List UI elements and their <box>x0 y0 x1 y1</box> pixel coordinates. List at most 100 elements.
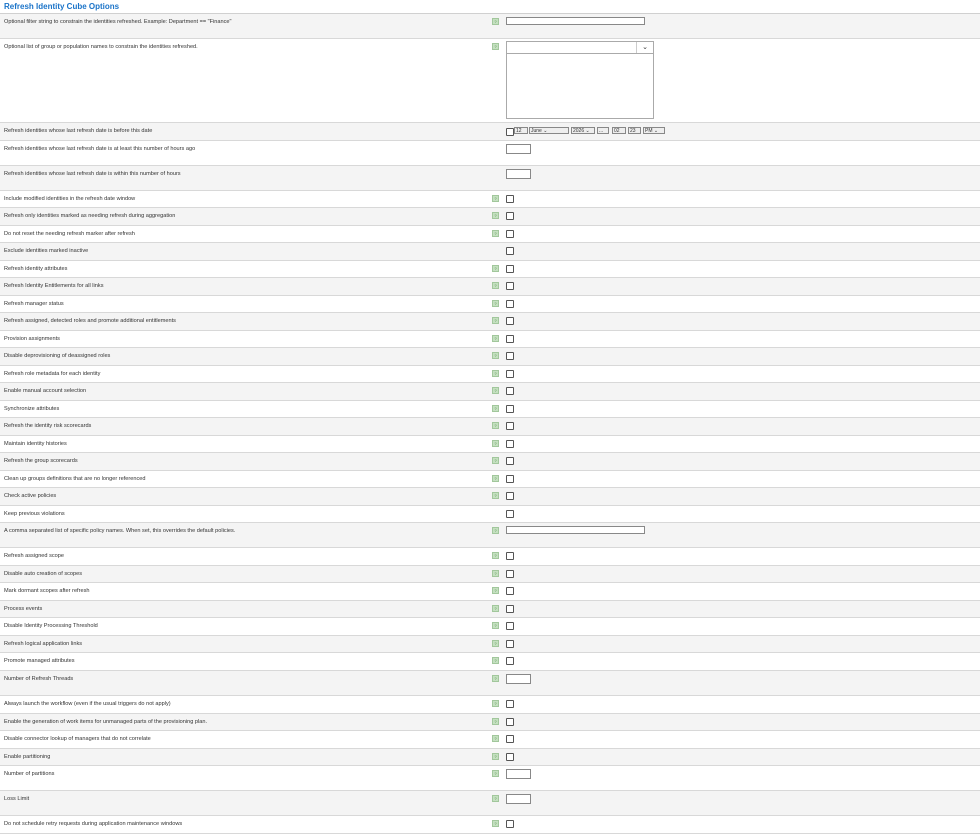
chevron-down-icon[interactable]: ⌄ <box>636 42 653 53</box>
help-icon[interactable]: ? <box>492 18 499 25</box>
help-icon[interactable]: ? <box>492 552 499 559</box>
checkbox-maintain-identity-histories[interactable] <box>506 440 514 448</box>
checkbox-always-launch-the-workflow-even-if-the-u[interactable] <box>506 700 514 708</box>
help-icon[interactable]: ? <box>492 700 499 707</box>
checkbox-disable-connector-lookup-of-managers-tha[interactable] <box>506 735 514 743</box>
option-row: Promote managed attributes? <box>0 653 980 671</box>
hour-select[interactable]: 02 <box>612 127 626 134</box>
checkbox-process-events[interactable] <box>506 605 514 613</box>
help-icon[interactable]: ? <box>492 195 499 202</box>
option-row: Refresh identities whose last refresh da… <box>0 166 980 191</box>
checkbox-refresh-identity-attributes[interactable] <box>506 265 514 273</box>
checkbox-refresh-assigned-detected-roles-and-prom[interactable] <box>506 317 514 325</box>
option-row: Synchronize attributes? <box>0 401 980 418</box>
option-label: Always launch the workflow (even if the … <box>4 701 171 707</box>
help-icon[interactable]: ? <box>492 317 499 324</box>
checkbox-do-not-reset-the-needing-refresh-marker-[interactable] <box>506 230 514 238</box>
help-icon[interactable]: ? <box>492 527 499 534</box>
checkbox-promote-managed-attributes[interactable] <box>506 657 514 665</box>
checkbox-keep-previous-violations[interactable] <box>506 510 514 518</box>
option-row: Refresh identity attributes? <box>0 261 980 278</box>
help-icon[interactable]: ? <box>492 43 499 50</box>
option-label: Refresh role metadata for each identity <box>4 371 101 377</box>
day-select[interactable]: 12 <box>514 127 528 134</box>
option-row: Refresh the identity risk scorecards? <box>0 418 980 436</box>
checkbox-refresh-the-group-scorecards[interactable] <box>506 457 514 465</box>
help-icon[interactable]: ? <box>492 605 499 612</box>
checkbox-refresh-manager-status[interactable] <box>506 300 514 308</box>
help-icon[interactable]: ? <box>492 475 499 482</box>
checkbox-disable-deprovisioning-of-deassigned-rol[interactable] <box>506 352 514 360</box>
year-select[interactable]: 2026 ⌄ <box>571 127 595 134</box>
checkbox-refresh-the-identity-risk-scorecards[interactable] <box>506 422 514 430</box>
number-input-number-of-refresh-threads[interactable] <box>506 674 531 684</box>
option-row: Refresh manager status? <box>0 296 980 313</box>
help-icon[interactable]: ? <box>492 753 499 760</box>
checkbox-enable-manual-account-selection[interactable] <box>506 387 514 395</box>
help-icon[interactable]: ? <box>492 820 499 827</box>
option-label: Refresh only identities marked as needin… <box>4 213 176 219</box>
help-icon[interactable]: ? <box>492 282 499 289</box>
help-icon[interactable]: ? <box>492 622 499 629</box>
checkbox-exclude-identities-marked-inactive[interactable] <box>506 247 514 255</box>
option-row: Refresh logical application links? <box>0 636 980 653</box>
help-icon[interactable]: ? <box>492 457 499 464</box>
number-input-refresh-identities-whose-last-refresh-da[interactable] <box>506 144 531 154</box>
checkbox-refresh-only-identities-marked-as-needin[interactable] <box>506 212 514 220</box>
help-icon[interactable]: ? <box>492 718 499 725</box>
group-select[interactable]: ⌄ <box>506 41 654 54</box>
help-icon[interactable]: ? <box>492 675 499 682</box>
help-icon[interactable]: ? <box>492 352 499 359</box>
minute-select[interactable]: 23 <box>628 127 641 134</box>
text-input-optional-filter-string-to-constrain-the-[interactable] <box>506 17 645 25</box>
checkbox-provision-assignments[interactable] <box>506 335 514 343</box>
text-input-a-comma-separated-list-of-specific-polic[interactable] <box>506 526 645 534</box>
option-row: Refresh the group scorecards? <box>0 453 980 471</box>
help-icon[interactable]: ? <box>492 735 499 742</box>
group-list-box[interactable] <box>506 54 654 119</box>
number-input-loss-limit[interactable] <box>506 794 531 804</box>
option-row: Include modified identities in the refre… <box>0 191 980 208</box>
help-icon[interactable]: ? <box>492 387 499 394</box>
help-icon[interactable]: ? <box>492 300 499 307</box>
help-icon[interactable]: ? <box>492 795 499 802</box>
checkbox-disable-identity-processing-threshold[interactable] <box>506 622 514 630</box>
number-input-number-of-partitions[interactable] <box>506 769 531 779</box>
option-label: Disable connector lookup of managers tha… <box>4 736 151 742</box>
help-icon[interactable]: ? <box>492 492 499 499</box>
help-icon[interactable]: ? <box>492 587 499 594</box>
help-icon[interactable]: ? <box>492 265 499 272</box>
help-icon[interactable]: ? <box>492 422 499 429</box>
month-select[interactable]: June ⌄ <box>529 127 569 134</box>
help-icon[interactable]: ? <box>492 335 499 342</box>
help-icon[interactable]: ? <box>492 370 499 377</box>
help-icon[interactable]: ? <box>492 770 499 777</box>
option-row: Provision assignments? <box>0 331 980 348</box>
checkbox-enable-the-generation-of-work-items-for-[interactable] <box>506 718 514 726</box>
date-picker-button[interactable]: ... <box>597 127 609 134</box>
checkbox-include-modified-identities-in-the-refre[interactable] <box>506 195 514 203</box>
help-icon[interactable]: ? <box>492 440 499 447</box>
checkbox-synchronize-attributes[interactable] <box>506 405 514 413</box>
help-icon[interactable]: ? <box>492 657 499 664</box>
option-label: Mark dormant scopes after refresh <box>4 588 90 594</box>
help-icon[interactable]: ? <box>492 640 499 647</box>
checkbox-do-not-schedule-retry-requests-during-ap[interactable] <box>506 820 514 828</box>
checkbox-disable-auto-creation-of-scopes[interactable] <box>506 570 514 578</box>
checkbox-refresh-identity-entitlements-for-all-li[interactable] <box>506 282 514 290</box>
date-enable-checkbox[interactable] <box>506 128 514 136</box>
number-input-refresh-identities-whose-last-refresh-da[interactable] <box>506 169 531 179</box>
checkbox-clean-up-groups-definitions-that-are-no-[interactable] <box>506 475 514 483</box>
checkbox-refresh-assigned-scope[interactable] <box>506 552 514 560</box>
checkbox-enable-partitioning[interactable] <box>506 753 514 761</box>
help-icon[interactable]: ? <box>492 570 499 577</box>
checkbox-refresh-logical-application-links[interactable] <box>506 640 514 648</box>
help-icon[interactable]: ? <box>492 212 499 219</box>
checkbox-mark-dormant-scopes-after-refresh[interactable] <box>506 587 514 595</box>
checkbox-refresh-role-metadata-for-each-identity[interactable] <box>506 370 514 378</box>
help-icon[interactable]: ? <box>492 405 499 412</box>
help-icon[interactable]: ? <box>492 230 499 237</box>
ampm-select[interactable]: PM ⌄ <box>643 127 665 134</box>
option-row: Keep previous violations <box>0 506 980 523</box>
checkbox-check-active-policies[interactable] <box>506 492 514 500</box>
